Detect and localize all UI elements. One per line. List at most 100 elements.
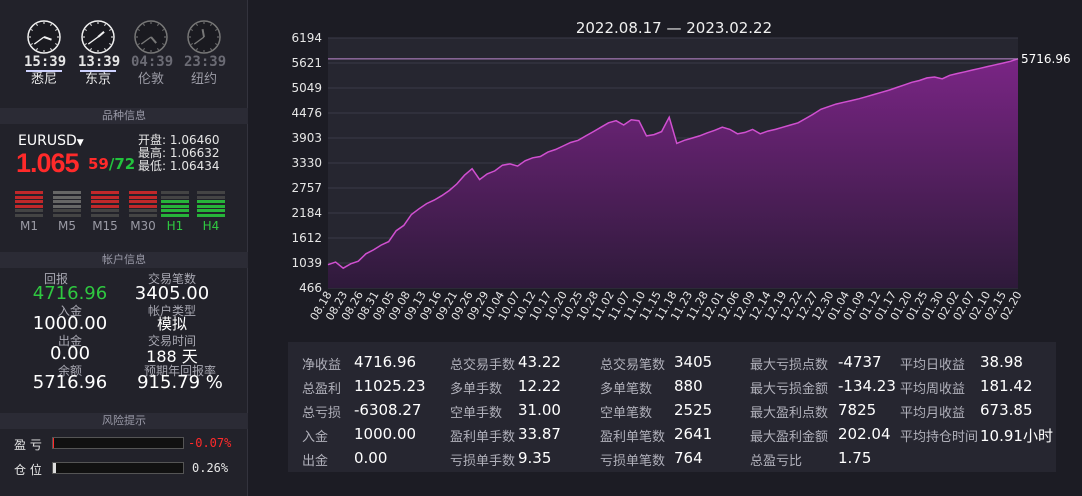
clock-2: 04:39 伦敦 xyxy=(131,20,173,87)
ask-fraction: 72 xyxy=(114,155,136,173)
y-tick-label: 2184 xyxy=(291,206,322,220)
annual-return-value: 915.79 % xyxy=(137,372,223,393)
stat-value: 880 xyxy=(674,377,703,395)
symbol-name: EURUSD xyxy=(18,133,77,149)
stat-label: 总亏损 xyxy=(302,406,342,421)
timeframe-label: H1 xyxy=(166,219,184,233)
clock-1: 13:39 东京 xyxy=(78,20,121,87)
y-tick-label: 3903 xyxy=(291,131,322,145)
signal-bars-icon xyxy=(161,191,189,217)
pl-value: -0.07% xyxy=(188,436,232,450)
stat-value: 31.00 xyxy=(518,401,561,419)
clock-face-icon xyxy=(187,20,221,54)
stat-value: -6308.27 xyxy=(354,401,422,419)
stat-label: 盈利单笔数 xyxy=(600,430,666,445)
pl-label: 盈 亏 xyxy=(14,438,42,452)
stat-value: 1.75 xyxy=(838,449,872,467)
timeframe-m15[interactable]: M15 xyxy=(90,191,120,233)
signal-bars-icon xyxy=(53,191,81,217)
stat-value: -4737 xyxy=(838,353,882,371)
stat-label: 最大盈利金额 xyxy=(750,430,829,445)
low-price: 最低: 1.06434 xyxy=(138,159,220,173)
bid-price: 1.065 xyxy=(16,148,80,178)
clock-city: 伦敦 xyxy=(137,72,164,87)
stat-value: 38.98 xyxy=(980,353,1023,371)
symbol-selector[interactable]: EURUSD▼ xyxy=(18,133,84,149)
info-panel: 15:39 悉尼 13:39 东京 04:39 伦敦 23:39 纽约 品种信息… xyxy=(0,0,248,496)
stat-label: 净收益 xyxy=(302,358,342,373)
y-tick-label: 5621 xyxy=(291,56,322,70)
clock-city: 纽约 xyxy=(190,72,217,87)
stat-label: 出金 xyxy=(302,454,329,469)
clock-face-icon xyxy=(27,20,61,54)
signal-bars-icon xyxy=(91,191,119,217)
stat-label: 多单笔数 xyxy=(600,382,653,397)
y-tick-label: 6194 xyxy=(291,31,322,45)
account-type-value: 模拟 xyxy=(156,315,187,333)
clock-face-icon xyxy=(81,20,115,54)
stat-value: 764 xyxy=(674,449,703,467)
stat-label: 空单手数 xyxy=(450,406,503,421)
stat-label: 总交易笔数 xyxy=(600,358,666,373)
stat-value: 4716.96 xyxy=(354,353,417,371)
clock-time: 23:39 xyxy=(184,54,227,70)
signal-bars-icon xyxy=(197,191,225,217)
signal-bars-icon xyxy=(129,191,157,217)
timeframe-label: M30 xyxy=(130,219,156,233)
stat-value: 2525 xyxy=(674,401,713,419)
return-value: 4716.96 xyxy=(32,283,108,304)
y-tick-label: 466 xyxy=(299,281,322,295)
timeframe-h4[interactable]: H4 xyxy=(196,191,226,233)
stat-label: 总盈利 xyxy=(302,382,342,397)
clock-time: 15:39 xyxy=(24,54,67,70)
timeframe-m1[interactable]: M1 xyxy=(14,191,44,233)
stat-label: 平均日收益 xyxy=(900,358,966,373)
timeframe-label: M1 xyxy=(20,219,38,233)
stat-label: 平均月收益 xyxy=(900,406,966,421)
y-tick-label: 1612 xyxy=(291,231,322,245)
stat-value: 11025.23 xyxy=(354,377,426,395)
timeframe-m5[interactable]: M5 xyxy=(52,191,82,233)
stat-label: 最大盈利点数 xyxy=(750,406,829,421)
stat-value: 33.87 xyxy=(518,425,561,443)
clock-city: 悉尼 xyxy=(30,72,57,87)
stat-value: 3405 xyxy=(674,353,713,371)
stat-label: 盈利单手数 xyxy=(450,430,516,445)
signal-bars-icon xyxy=(15,191,43,217)
clock-0: 15:39 悉尼 xyxy=(24,20,67,87)
timeframe-label: M5 xyxy=(58,219,76,233)
stat-value: 43.22 xyxy=(518,353,561,371)
y-tick-label: 5049 xyxy=(291,81,322,95)
bid-ask-fraction: 59/72 xyxy=(88,155,135,173)
stat-value: -134.23 xyxy=(838,377,896,395)
equity-chart-svg: 2022.08.17 — 2023.02.22 466 1039 1612 2184 27… xyxy=(291,19,1070,323)
stat-value: 202.04 xyxy=(838,425,891,443)
stat-value: 10.91小时 xyxy=(980,427,1053,445)
stat-label: 多单手数 xyxy=(450,382,503,397)
section-title-account: 帐户信息 xyxy=(0,252,248,268)
stat-label: 亏损单手数 xyxy=(450,454,516,469)
withdraw-value: 0.00 xyxy=(49,343,91,364)
stat-label: 入金 xyxy=(302,430,329,445)
timeframe-m30[interactable]: M30 xyxy=(128,191,158,233)
stat-value: 181.42 xyxy=(980,377,1033,395)
chart-title: 2022.08.17 — 2023.02.22 xyxy=(576,19,772,37)
stat-label: 平均持仓时间 xyxy=(900,430,979,445)
deposit-value: 1000.00 xyxy=(32,313,108,334)
stat-label: 总交易手数 xyxy=(450,358,516,373)
clock-face-icon xyxy=(134,20,168,54)
stat-value: 12.22 xyxy=(518,377,561,395)
stat-value: 0.00 xyxy=(354,449,388,467)
stat-value: 1000.00 xyxy=(354,425,417,443)
trades-value: 3405.00 xyxy=(134,283,210,304)
clock-time: 13:39 xyxy=(78,54,121,70)
position-value: 0.26% xyxy=(192,461,229,475)
stat-value: 2641 xyxy=(674,425,713,443)
section-title-risk: 风险提示 xyxy=(0,413,248,429)
timeframe-label: M15 xyxy=(92,219,118,233)
y-tick-label: 1039 xyxy=(291,256,322,270)
timeframe-label: H4 xyxy=(202,219,220,233)
timeframe-h1[interactable]: H1 xyxy=(160,191,190,233)
stat-value: 673.85 xyxy=(980,401,1033,419)
bid-fraction: 59 xyxy=(88,155,109,173)
